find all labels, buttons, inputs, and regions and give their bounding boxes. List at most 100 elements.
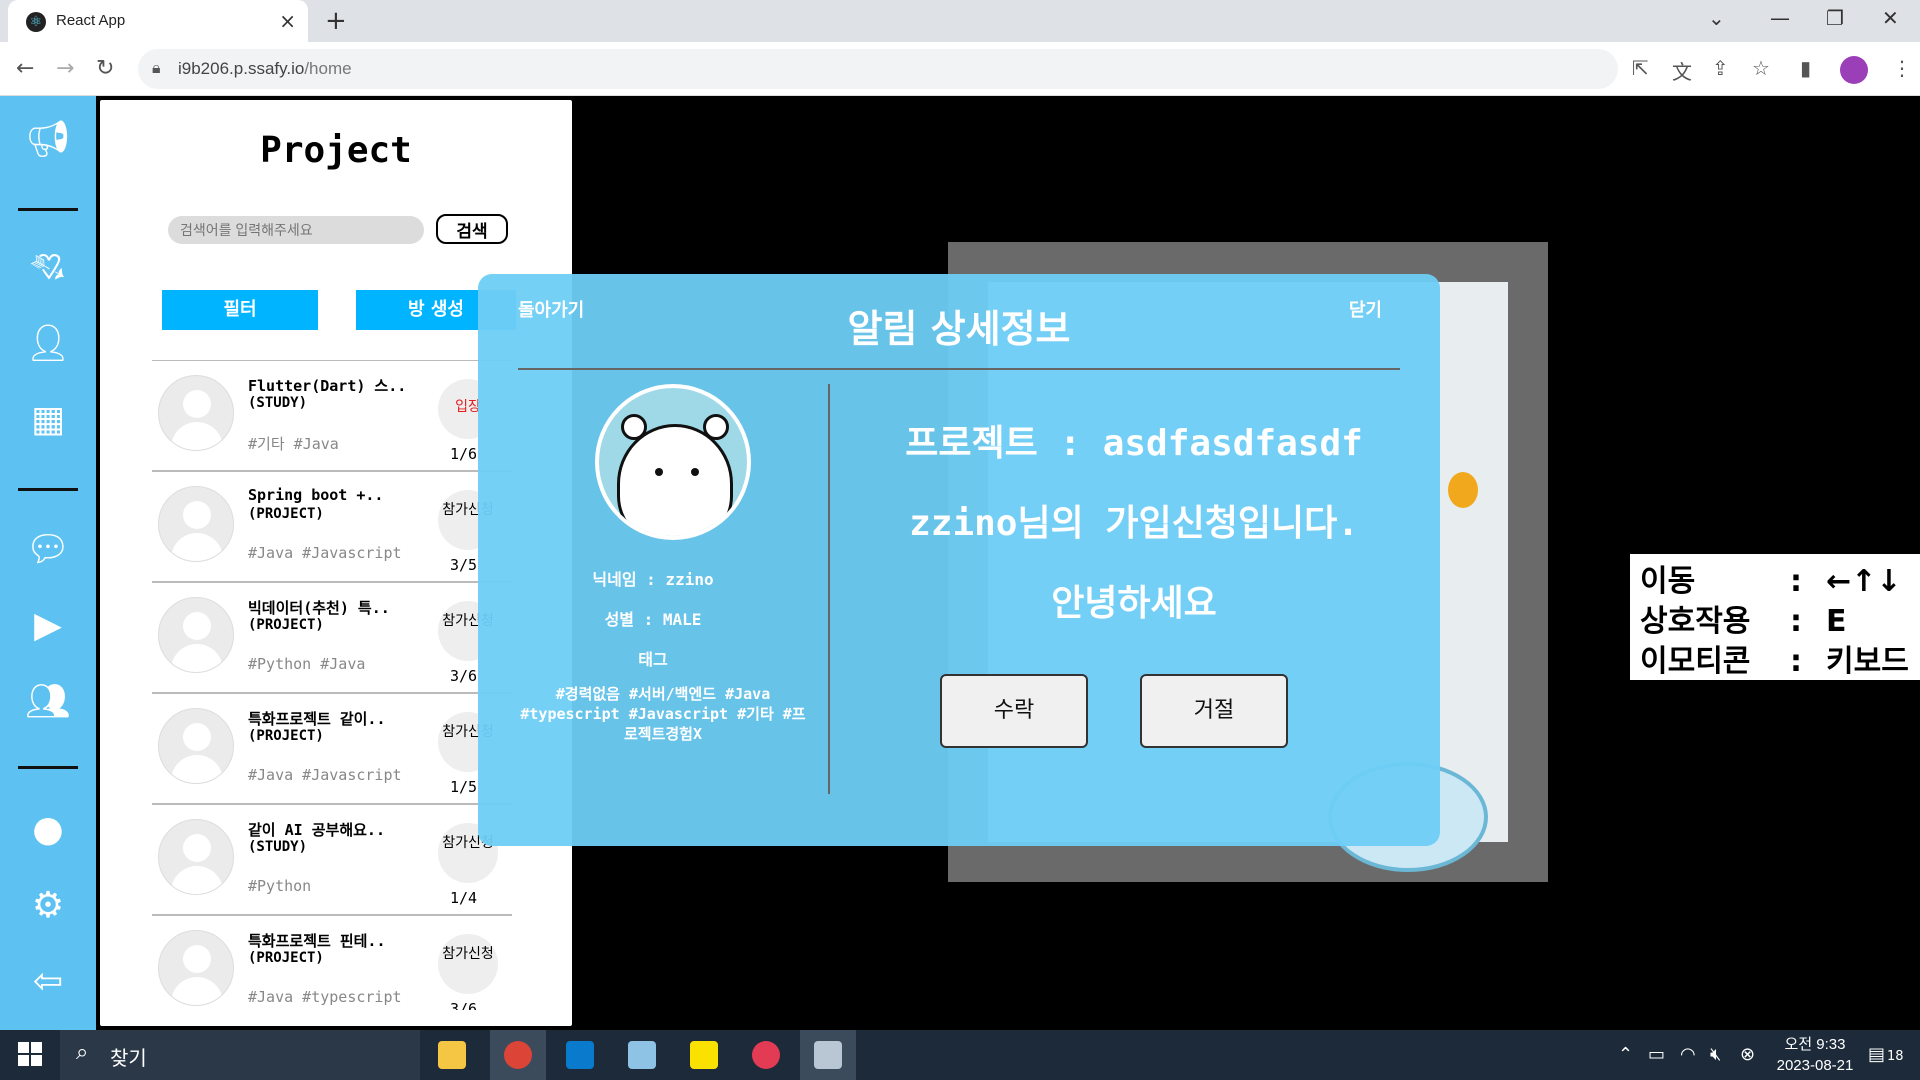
room-name: Spring boot +.. <box>248 486 384 504</box>
reject-button[interactable]: 거절 <box>1140 674 1288 748</box>
app-icon[interactable] <box>738 1030 794 1080</box>
key-help-value: E <box>1826 604 1847 639</box>
room-kind: (PROJECT) <box>248 950 324 966</box>
clock[interactable]: 오전 9:33 2023-08-21 <box>1760 1034 1870 1076</box>
sidebar-divider <box>18 766 78 769</box>
applicant-gender: 성별 : MALE <box>604 610 702 629</box>
member-count: 3/6 <box>450 1000 478 1010</box>
heart-arrow-icon[interactable]: 💘︎ <box>24 244 72 292</box>
room-item[interactable]: Spring boot +.. (PROJECT) #Java #Javascr… <box>152 472 512 583</box>
accept-button[interactable]: 수락 <box>940 674 1088 748</box>
bookmark-star-icon[interactable]: ☆ <box>1752 56 1770 80</box>
side-panel-icon[interactable]: ▮ <box>1800 56 1811 80</box>
room-item[interactable]: 특화프로젝트 핀테.. (PROJECT) #Java #typescript … <box>152 916 512 1010</box>
sidebar-divider <box>18 208 78 211</box>
taskbar-search-text: 찾기 <box>110 1046 147 1070</box>
room-kind: (PROJECT) <box>248 506 324 522</box>
room-name: 특화프로젝트 핀테.. <box>248 932 386 950</box>
profile-avatar[interactable] <box>1840 56 1868 84</box>
room-kind: (PROJECT) <box>248 617 324 633</box>
back-icon[interactable]: ← <box>16 56 34 81</box>
wifi-icon[interactable]: ◠ <box>1680 1044 1696 1065</box>
member-count: 1/6 <box>450 445 478 463</box>
close-tab-icon[interactable]: × <box>279 9 296 33</box>
windows-start-icon[interactable] <box>18 1042 42 1066</box>
open-external-icon[interactable]: ⇱ <box>1632 56 1649 80</box>
key-help-box: 이동: ←↑↓ 상호작용: E 이모티콘: 키보드 <box>1630 554 1920 680</box>
room-kind: (PROJECT) <box>248 728 324 744</box>
modal-divider <box>518 368 1400 370</box>
notification-count: 18 <box>1887 1049 1904 1064</box>
gear-icon[interactable]: ⚙ <box>24 882 72 930</box>
sidebar-divider <box>18 488 78 491</box>
filter-button[interactable]: 필터 <box>162 290 318 330</box>
restore-icon[interactable]: ❐ <box>1826 6 1844 30</box>
kakaotalk-icon[interactable] <box>676 1030 732 1080</box>
room-name: 특화프로젝트 같이.. <box>248 710 386 728</box>
clock-date: 2023-08-21 <box>1776 1057 1854 1074</box>
file-explorer-icon[interactable] <box>424 1030 480 1080</box>
chevron-up-icon[interactable]: ⌃ <box>1618 1044 1633 1065</box>
room-item[interactable]: 특화프로젝트 같이.. (PROJECT) #Java #Javascript … <box>152 694 512 805</box>
room-name: 빅데이터(추천) 특.. <box>248 599 390 617</box>
megaphone-icon[interactable]: 📢︎ <box>24 116 72 164</box>
room-tags: #Java #Javascript <box>248 544 402 562</box>
sidebar: 📢︎ 💘︎ 👤︎ ▦ 💬︎ ▶ 👥︎ ● ⚙ ⇦ <box>0 96 96 1030</box>
url-field[interactable]: 🔒︎ i9b206.p.ssafy.io/home <box>138 49 1618 89</box>
key-help-sep: : <box>1790 564 1802 599</box>
avatar <box>158 930 234 1006</box>
chrome-icon[interactable] <box>490 1030 546 1080</box>
share-icon[interactable]: ⇪ <box>1712 56 1729 80</box>
reload-icon[interactable]: ↻ <box>96 56 114 81</box>
menu-kebab-icon[interactable]: ⋮ <box>1892 56 1912 80</box>
applicant-tag-label: 태그 <box>638 650 668 669</box>
member-count: 3/6 <box>450 667 478 685</box>
battery-icon[interactable]: ▭ <box>1648 1044 1665 1065</box>
chat-icon[interactable]: 💬︎ <box>24 526 72 574</box>
group-icon[interactable]: 👥︎ <box>24 678 72 726</box>
translate-icon[interactable]: 文 <box>1672 56 1692 85</box>
room-tags: #Java #typescript <box>248 988 402 1006</box>
key-help-label: 상호작용 <box>1640 604 1751 639</box>
browser-tab[interactable]: ⚛ React App × <box>8 0 308 42</box>
minimize-icon[interactable]: — <box>1770 6 1790 30</box>
apply-button[interactable]: 참가신청 <box>438 934 498 994</box>
room-item[interactable]: 빅데이터(추천) 특.. (PROJECT) #Python #Java 참가신… <box>152 583 512 694</box>
key-help-label: 이모티콘 <box>1640 644 1751 679</box>
page-content: 📢︎ 💘︎ 👤︎ ▦ 💬︎ ▶ 👥︎ ● ⚙ ⇦ Project 검색 필터 방… <box>0 96 1920 1030</box>
video-icon[interactable]: ▶ <box>24 602 72 650</box>
room-name: Flutter(Dart) 스.. <box>248 377 407 395</box>
clock-time: 오전 9:33 <box>1784 1036 1846 1053</box>
player-character <box>1448 472 1478 508</box>
ime-icon[interactable]: ⊗ <box>1740 1044 1755 1065</box>
new-tab-icon[interactable]: + <box>325 6 347 36</box>
vscode-icon[interactable] <box>552 1030 608 1080</box>
room-tags: #Java #Javascript <box>248 766 402 784</box>
project-title: Project <box>260 130 412 171</box>
room-list: Flutter(Dart) 스.. (STUDY) #기타 #Java 입장 1… <box>152 360 512 1010</box>
member-count: 1/5 <box>450 778 478 796</box>
url-path: /home <box>304 59 352 78</box>
tab-search-chevron-icon[interactable]: ⌄ <box>1708 6 1725 30</box>
paint-icon[interactable] <box>800 1030 856 1080</box>
dashboard-icon[interactable]: ▦ <box>24 396 72 444</box>
forward-icon[interactable]: → <box>56 56 74 81</box>
taskbar-search[interactable]: ⌕ 찾기 <box>60 1030 420 1080</box>
avatar <box>158 375 234 451</box>
notification-icon[interactable]: ▤ 18 <box>1868 1044 1904 1065</box>
notepad-icon[interactable] <box>614 1030 670 1080</box>
room-item[interactable]: 같이 AI 공부해요.. (STUDY) #Python 참가신청 1/4 <box>152 805 512 916</box>
key-help-value: 키보드 <box>1826 644 1909 679</box>
greeting-line: 안녕하세요 <box>1051 583 1217 624</box>
search-button[interactable]: 검색 <box>436 214 508 244</box>
window-close-icon[interactable]: ✕ <box>1882 6 1899 30</box>
search-input[interactable] <box>168 216 424 244</box>
speaker-muted-icon[interactable]: 🔇︎ <box>1710 1044 1721 1065</box>
logout-icon[interactable]: ⇦ <box>24 958 72 1006</box>
room-item[interactable]: Flutter(Dart) 스.. (STUDY) #기타 #Java 입장 1… <box>152 361 512 472</box>
add-user-icon[interactable]: 👤︎ <box>24 320 72 368</box>
user-icon[interactable]: ● <box>24 806 72 854</box>
applicant-tags: #경력없음 #서버/백엔드 #Java #typescript #Javascr… <box>520 685 806 743</box>
member-count: 3/5 <box>450 556 478 574</box>
address-bar-row: ← → ↻ 🔒︎ i9b206.p.ssafy.io/home ⇱ 文 ⇪ ☆ … <box>0 42 1920 96</box>
